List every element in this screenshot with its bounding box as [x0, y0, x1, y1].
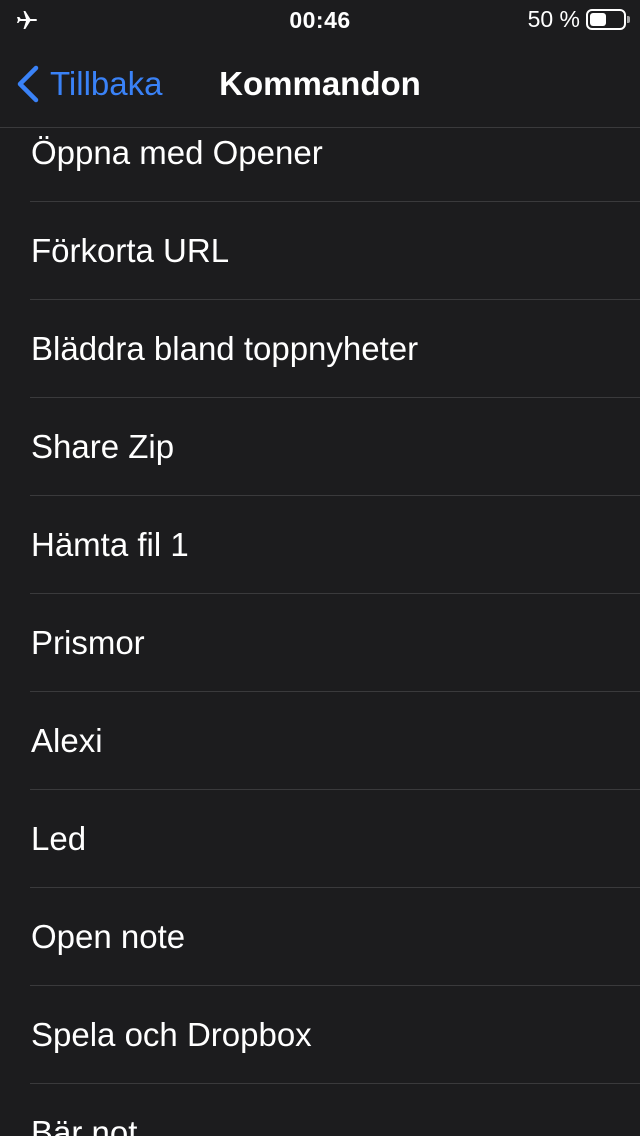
- back-button[interactable]: Tillbaka: [14, 40, 163, 128]
- list-item[interactable]: Förkorta URL: [0, 202, 640, 300]
- list-item-label: Hämta fil 1: [31, 526, 189, 563]
- chevron-left-icon: [17, 65, 39, 103]
- list-item[interactable]: Bär not: [0, 1084, 640, 1136]
- list-item[interactable]: Alexi: [0, 692, 640, 790]
- list-item-label: Open note: [31, 918, 186, 955]
- list-item-label: Bläddra bland toppnyheter: [31, 330, 419, 367]
- list-item-label: Öppna med Opener: [31, 134, 323, 171]
- battery-cap: [627, 16, 630, 23]
- list-item-label: Bär not: [31, 1114, 138, 1136]
- list-item[interactable]: Spela och Dropbox: [0, 986, 640, 1084]
- status-bar: 00:46 50 %: [0, 0, 640, 40]
- list-item-label: Share Zip: [31, 428, 175, 465]
- command-list-content: Öppna med Opener Förkorta URL Bläddra blan…: [0, 128, 640, 1136]
- list-item[interactable]: Prismor: [0, 594, 640, 692]
- battery-status: 50 %: [527, 6, 630, 33]
- navigation-bar: Tillbaka Kommandon: [0, 40, 640, 128]
- list-item[interactable]: Hämta fil 1: [0, 496, 640, 594]
- list-item-label: Förkorta URL: [31, 232, 230, 269]
- list-item[interactable]: Share Zip: [0, 398, 640, 496]
- battery-percent: 50 %: [527, 6, 580, 32]
- list-item-label: Spela och Dropbox: [31, 1016, 312, 1053]
- list-item-label: Led: [31, 820, 87, 857]
- list-item-label: Prismor: [31, 624, 145, 661]
- battery-fill: [590, 13, 606, 26]
- battery-icon: [586, 9, 630, 30]
- list-item[interactable]: Open note: [0, 888, 640, 986]
- list-item[interactable]: Led: [0, 790, 640, 888]
- list-item[interactable]: Öppna med Opener: [0, 128, 640, 202]
- back-label: Tillbaka: [50, 65, 163, 102]
- list-item-label: Alexi: [31, 722, 103, 759]
- command-list[interactable]: Öppna med Opener Förkorta URL Bläddra blan…: [0, 128, 640, 1136]
- list-item[interactable]: Bläddra bland toppnyheter: [0, 300, 640, 398]
